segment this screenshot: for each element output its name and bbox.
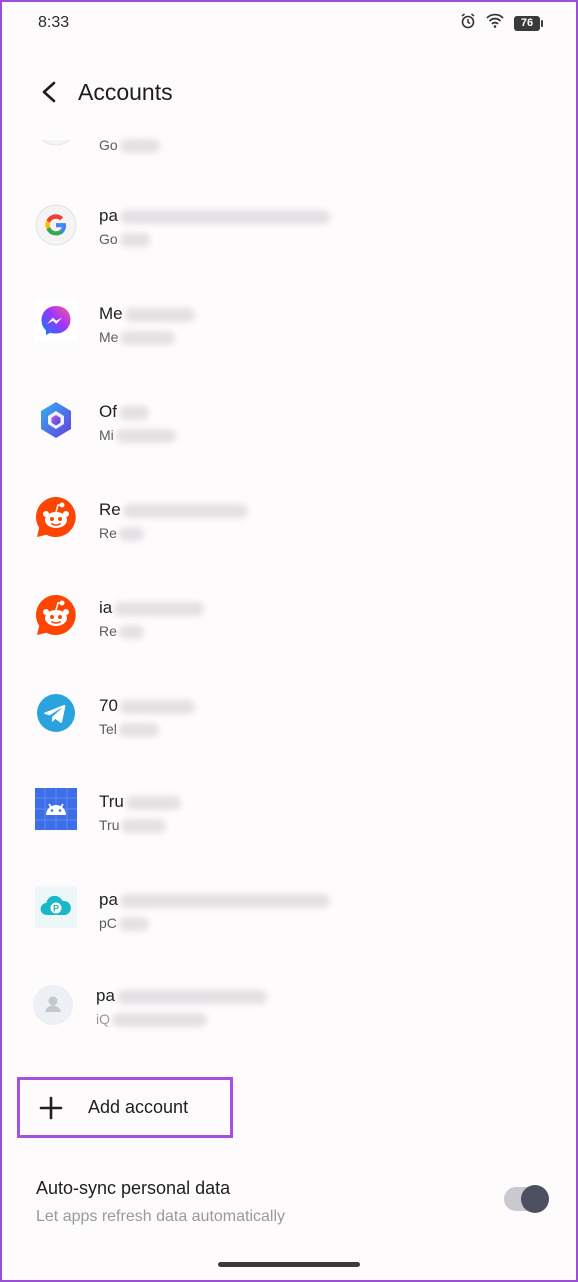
- person-icon: [32, 984, 74, 1026]
- account-title: pa: [96, 986, 115, 1005]
- pcloud-icon: P: [35, 886, 77, 928]
- account-title: pa: [99, 206, 118, 225]
- google-icon: [35, 204, 77, 246]
- account-item-reddit-2[interactable]: ia Re: [0, 570, 578, 660]
- status-time: 8:33: [38, 14, 70, 31]
- account-subtitle: Re: [99, 525, 117, 541]
- account-subtitle: Me: [99, 329, 119, 345]
- messenger-icon: [35, 300, 77, 342]
- google-icon: [35, 140, 77, 146]
- add-account-button[interactable]: Add account: [17, 1077, 233, 1138]
- account-item-office[interactable]: Of Mi: [0, 374, 578, 464]
- account-subtitle: Tel: [99, 721, 117, 737]
- auto-sync-toggle[interactable]: [504, 1185, 549, 1213]
- account-title: Re: [99, 500, 121, 519]
- account-subtitle: pC: [99, 915, 117, 931]
- account-title: 70: [99, 696, 118, 715]
- auto-sync-row[interactable]: Auto-sync personal data Let apps refresh…: [0, 1170, 578, 1240]
- svg-text:P: P: [53, 904, 59, 914]
- account-item-iqoo[interactable]: pa iQ: [0, 962, 578, 1052]
- alarm-icon: [460, 12, 476, 34]
- reddit-icon: [35, 594, 77, 636]
- status-bar: 8:33 76: [0, 0, 578, 46]
- account-subtitle: iQ: [96, 1011, 110, 1027]
- office-icon: [35, 399, 77, 441]
- account-title: Tru: [99, 792, 124, 811]
- auto-sync-title: Auto-sync personal data: [36, 1178, 231, 1198]
- home-indicator[interactable]: [218, 1262, 360, 1267]
- reddit-icon: [35, 496, 77, 538]
- account-subtitle: Go: [99, 137, 118, 153]
- account-title: ia: [99, 598, 113, 617]
- status-icons: 76: [460, 12, 543, 34]
- account-item-reddit-1[interactable]: Re Re: [0, 472, 578, 562]
- add-account-label: Add account: [88, 1097, 189, 1117]
- account-subtitle: Re: [99, 623, 117, 639]
- account-subtitle: Tru: [99, 817, 120, 833]
- account-subtitle: Mi: [99, 427, 114, 443]
- account-item-messenger[interactable]: Me Me: [0, 276, 578, 366]
- truecaller-icon: [35, 788, 77, 830]
- battery-icon: 76: [514, 15, 543, 31]
- wifi-icon: [486, 13, 504, 33]
- account-item-pcloud[interactable]: P pa pC: [0, 864, 578, 954]
- account-subtitle: Go: [99, 231, 118, 247]
- account-item-telegram[interactable]: 70 Tel: [0, 668, 578, 758]
- toggle-knob: [521, 1185, 549, 1213]
- account-title: Of: [99, 402, 117, 421]
- plus-icon: [36, 1093, 66, 1123]
- auto-sync-description: Let apps refresh data automatically: [36, 1208, 286, 1225]
- account-title: pa: [99, 890, 118, 909]
- account-item-truecaller[interactable]: Tru Tru: [0, 766, 578, 856]
- account-item-google-2[interactable]: pa Go: [0, 178, 578, 268]
- account-title: Me: [99, 304, 123, 323]
- account-item-google-1[interactable]: Go: [0, 100, 578, 190]
- telegram-icon: [35, 692, 77, 734]
